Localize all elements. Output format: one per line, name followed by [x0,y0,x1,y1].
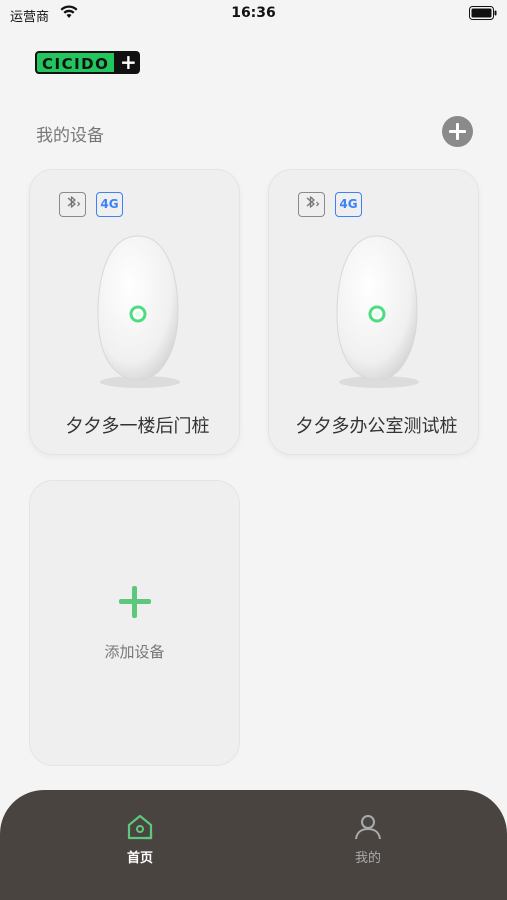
charger-image [97,235,180,388]
person-icon [355,815,381,840]
bluetooth-icon [298,192,325,217]
tab-mine-label: 我的 [354,851,381,866]
tab-home-label: 首页 [126,851,153,866]
clock: 16:36 [231,5,276,21]
tab-home[interactable]: 首页 [100,812,180,866]
battery-icon [469,6,497,20]
4g-badge: 4G [96,192,123,217]
add-device-button[interactable] [442,116,473,147]
tab-bar: 首页 我的 [0,790,507,900]
section-title: 我的设备 [36,126,104,146]
device-card[interactable]: 4G 夕夕多办公室测试桩 [268,169,479,455]
device-card[interactable]: 4G 夕夕多一楼后门桩 [29,169,240,455]
logo-plus: + [116,51,141,74]
4g-badge: 4G [335,192,362,217]
bluetooth-icon [59,192,86,217]
add-device-label: 添加设备 [104,643,165,661]
plus-icon [119,586,151,618]
device-name: 夕夕多一楼后门桩 [65,416,210,437]
logo-text: CICIDO [35,51,117,74]
tab-mine[interactable]: 我的 [328,812,408,866]
add-device-card[interactable]: 添加设备 [29,480,240,766]
home-icon [127,814,153,840]
app-logo: CICIDO + [35,51,141,74]
status-bar: 运营商 16:36 [0,0,507,28]
charger-image [336,235,419,388]
device-name: 夕夕多办公室测试桩 [295,416,458,437]
